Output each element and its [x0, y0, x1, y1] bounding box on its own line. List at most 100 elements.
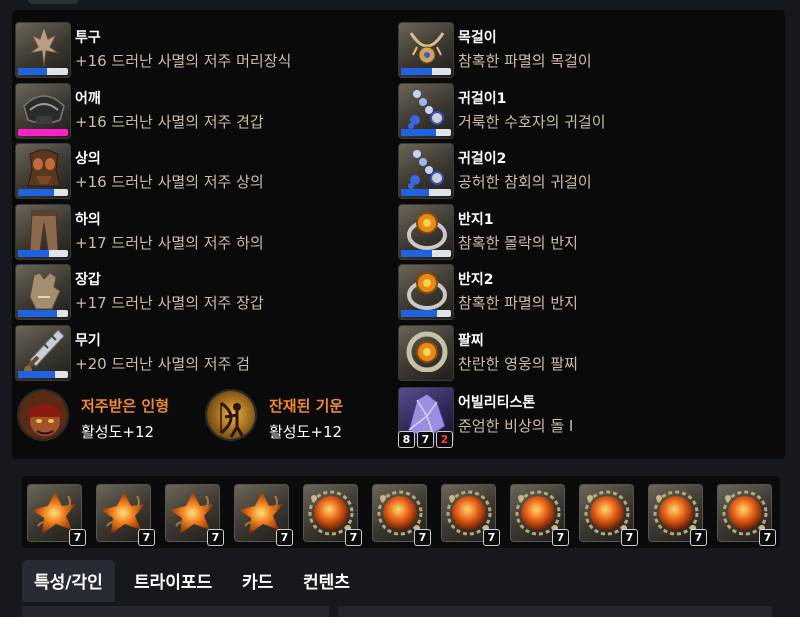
equipment-slot[interactable]: 팔찌찬란한 영웅의 팔찌 [398, 324, 768, 386]
gem-slot[interactable]: 7 [510, 484, 569, 546]
item-name: 참혹한 파멸의 반지 [458, 294, 578, 312]
tab-contents[interactable]: 컨텐츠 [303, 560, 350, 602]
top-tab-edge[interactable] [28, 0, 78, 4]
quality-bar-fill [18, 68, 47, 75]
item-name: 참혹한 몰락의 반지 [458, 233, 578, 252]
slot-label: 어깨 [75, 90, 101, 107]
quality-bar [18, 370, 68, 378]
quality-bar [18, 310, 68, 317]
ability-stone-slot[interactable]: 8 7 2 어빌리티스톤준엄한 비상의 돌 I [398, 387, 768, 448]
character-profile: 투구 +16 드러난 사멸의 저주 머리장식어깨 +16 드러난 사멸의 저주 견갑… [0, 0, 800, 617]
ring-icon [398, 264, 454, 320]
item-name: +16 드러난 사멸의 저주 머리장식 [75, 52, 292, 70]
slot-label: 목걸이 [458, 30, 497, 46]
item-name: +16 드러난 사멸의 저주 상의 [75, 173, 264, 191]
gem-level-badge: 7 [414, 529, 431, 546]
equipment-slot[interactable]: 하의 +17 드러난 사멸의 저주 하의 [15, 203, 385, 265]
slot-label: 팔찌 [458, 332, 484, 349]
quality-bar-fill [401, 128, 436, 136]
quality-bar [401, 189, 451, 196]
gem-slot[interactable]: 7 [165, 484, 224, 546]
equipment-slot[interactable]: 장갑 +17 드러난 사멸의 저주 장갑 [15, 264, 385, 325]
item-name: +20 드러난 사멸의 저주 검 [75, 354, 250, 373]
quality-bar [401, 310, 451, 317]
equipment-slot[interactable]: 목걸이참혹한 파멸의 목걸이 [398, 22, 768, 83]
slot-label: 장갑 [75, 272, 101, 288]
quality-bar [18, 249, 68, 257]
sword-icon [15, 324, 71, 381]
engraving-level: 활성도+12 [81, 423, 155, 441]
gem-slot[interactable]: 7 [441, 484, 500, 546]
item-name: 참혹한 파멸의 목걸이 [458, 52, 592, 70]
remnant-energy-icon [205, 389, 257, 441]
quality-bar-fill [401, 310, 437, 317]
gem-slot[interactable]: 7 [579, 484, 638, 546]
quality-bar-fill [18, 310, 57, 317]
shoulder-icon [15, 82, 71, 139]
tab-traits-engravings[interactable]: 특성/각인 [22, 560, 115, 602]
tab-card[interactable]: 카드 [242, 560, 273, 602]
item-name: 준엄한 비상의 돌 I [458, 417, 574, 435]
cursed-doll-icon [17, 389, 69, 441]
item-name: +17 드러난 사멸의 저주 장갑 [75, 294, 264, 312]
engraving-name: 저주받은 인형 [81, 397, 170, 415]
item-name: 공허한 참회의 귀걸이 [458, 173, 592, 191]
engraving-point-badge: 7 [417, 430, 434, 448]
quality-bar-fill [401, 249, 432, 257]
gem-slot[interactable]: 7 [234, 484, 293, 546]
equipment-slot[interactable]: 반지1 참혹한 몰락의 반지 [398, 203, 768, 265]
equipment-slot[interactable]: 어깨 +16 드러난 사멸의 저주 견갑 [15, 82, 385, 144]
engraving-name: 잔재된 기운 [269, 397, 344, 415]
gem-level-badge: 7 [759, 529, 776, 546]
slot-label: 하의 [75, 211, 101, 228]
gem-slot[interactable]: 7 [303, 484, 362, 546]
gem-slot[interactable]: 7 [717, 484, 776, 546]
gem-level-badge: 7 [138, 529, 155, 546]
equipment-slot[interactable]: 상의 +16 드러난 사멸의 저주 상의 [15, 143, 385, 204]
gem-level-badge: 7 [69, 529, 86, 546]
gem-level-badge: 7 [207, 529, 224, 546]
quality-bar [18, 68, 68, 75]
gem-level-badge: 7 [621, 529, 638, 546]
item-name: 거룩한 수호자의 귀걸이 [458, 112, 606, 131]
engraving-point-badges: 872 [398, 430, 453, 448]
gem-slot[interactable]: 7 [372, 484, 431, 546]
quality-bar-fill [401, 68, 432, 75]
engraving-point-badge: 8 [398, 430, 415, 448]
slot-label: 어빌리티스톤 [458, 395, 536, 411]
quality-bar-fill [401, 189, 429, 196]
slot-label: 반지1 [458, 211, 494, 228]
content-panel-edge [338, 606, 772, 617]
slot-label: 귀걸이2 [458, 151, 507, 167]
chest-armor-icon [15, 143, 71, 199]
equipment-slot[interactable]: 귀걸이2 공허한 참회의 귀걸이 [398, 143, 768, 204]
quality-bar [401, 128, 451, 136]
quality-bar-fill [18, 189, 54, 196]
item-name: +17 드러난 사멸의 저주 하의 [75, 233, 264, 252]
helmet-icon [15, 22, 71, 78]
equipment-slot[interactable]: 귀걸이1 거룩한 수호자의 귀걸이 [398, 82, 768, 144]
engraving-level: 활성도+12 [269, 423, 343, 441]
bracelet-icon [398, 324, 454, 381]
slot-label: 귀걸이1 [458, 90, 507, 107]
gem-slot[interactable]: 7 [96, 484, 155, 546]
quality-bar [18, 189, 68, 196]
slot-label: 투구 [75, 30, 101, 46]
pants-icon [15, 203, 71, 260]
gem-panel: 7 7 7 7 7 7 7 7 7 7 7 [22, 476, 780, 548]
equipment-panel: 투구 +16 드러난 사멸의 저주 머리장식어깨 +16 드러난 사멸의 저주 견갑… [12, 10, 785, 459]
ring-icon [398, 203, 454, 260]
tab-tripod[interactable]: 트라이포드 [134, 560, 212, 602]
equipment-slot[interactable]: 투구 +16 드러난 사멸의 저주 머리장식 [15, 22, 385, 83]
equipment-slot[interactable]: 반지2 참혹한 파멸의 반지 [398, 264, 768, 325]
gloves-icon [15, 264, 71, 320]
item-name: 찬란한 영웅의 팔찌 [458, 354, 578, 373]
content-panel-edge [22, 606, 329, 617]
earring-icon [398, 82, 454, 139]
earring-icon [398, 143, 454, 199]
gem-slot[interactable]: 7 [648, 484, 707, 546]
gem-slot[interactable]: 7 [27, 484, 86, 546]
equipment-slot[interactable]: 무기 +20 드러난 사멸의 저주 검 [15, 324, 385, 386]
slot-label: 무기 [75, 332, 101, 349]
quality-bar [401, 68, 451, 75]
